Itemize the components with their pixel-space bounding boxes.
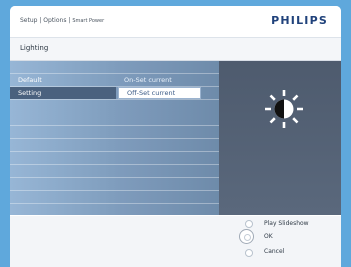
menu-row	[116, 165, 219, 178]
menu-row	[10, 191, 116, 204]
ok-option[interactable]: OK	[264, 233, 273, 240]
menu-item-default[interactable]: Default	[10, 74, 116, 86]
menu-row	[116, 178, 219, 191]
menu-row	[116, 61, 219, 74]
cancel-radio[interactable]	[245, 249, 253, 257]
menu-column-2: On-Set current Off-Set current	[116, 61, 219, 215]
menu-row	[10, 139, 116, 152]
breadcrumb: Setup | Options | Smart Power	[20, 17, 104, 24]
play-slideshow-option[interactable]: Play Slideshow	[264, 220, 309, 227]
menu-row	[116, 139, 219, 152]
menu-item-off-set-current[interactable]: Off-Set current	[118, 87, 201, 99]
brand-logo: PHILIPS	[271, 14, 328, 27]
menu-row	[10, 165, 116, 178]
breadcrumb-current: Smart Power	[72, 18, 105, 24]
menu-item-setting[interactable]: Setting	[10, 87, 116, 99]
cancel-option[interactable]: Cancel	[264, 248, 284, 255]
breadcrumb-main: Setup | Options |	[20, 17, 71, 24]
menu-row	[116, 126, 219, 139]
menu-column-1: Default Setting	[10, 61, 116, 215]
header: Setup | Options | Smart Power PHILIPS	[10, 6, 341, 38]
section-header: Lighting	[10, 38, 341, 61]
menu-row	[116, 152, 219, 165]
menu-row	[10, 113, 116, 126]
footer: Play Slideshow OK Cancel	[10, 216, 341, 267]
play-slideshow-radio[interactable]	[245, 220, 253, 228]
menu-panel: Default Setting On-Set current Off-Set c…	[10, 61, 341, 215]
section-title: Lighting	[20, 44, 49, 52]
preview-panel	[219, 61, 341, 215]
app-window: Setup | Options | Smart Power PHILIPS Li…	[10, 6, 341, 267]
menu-row	[116, 191, 219, 204]
menu-row	[10, 178, 116, 191]
brightness-icon	[265, 90, 303, 128]
menu-row	[10, 126, 116, 139]
menu-row	[10, 61, 116, 74]
menu-row	[116, 113, 219, 126]
ok-radio[interactable]	[239, 229, 254, 244]
menu-row	[10, 152, 116, 165]
menu-item-on-set-current[interactable]: On-Set current	[116, 74, 219, 86]
